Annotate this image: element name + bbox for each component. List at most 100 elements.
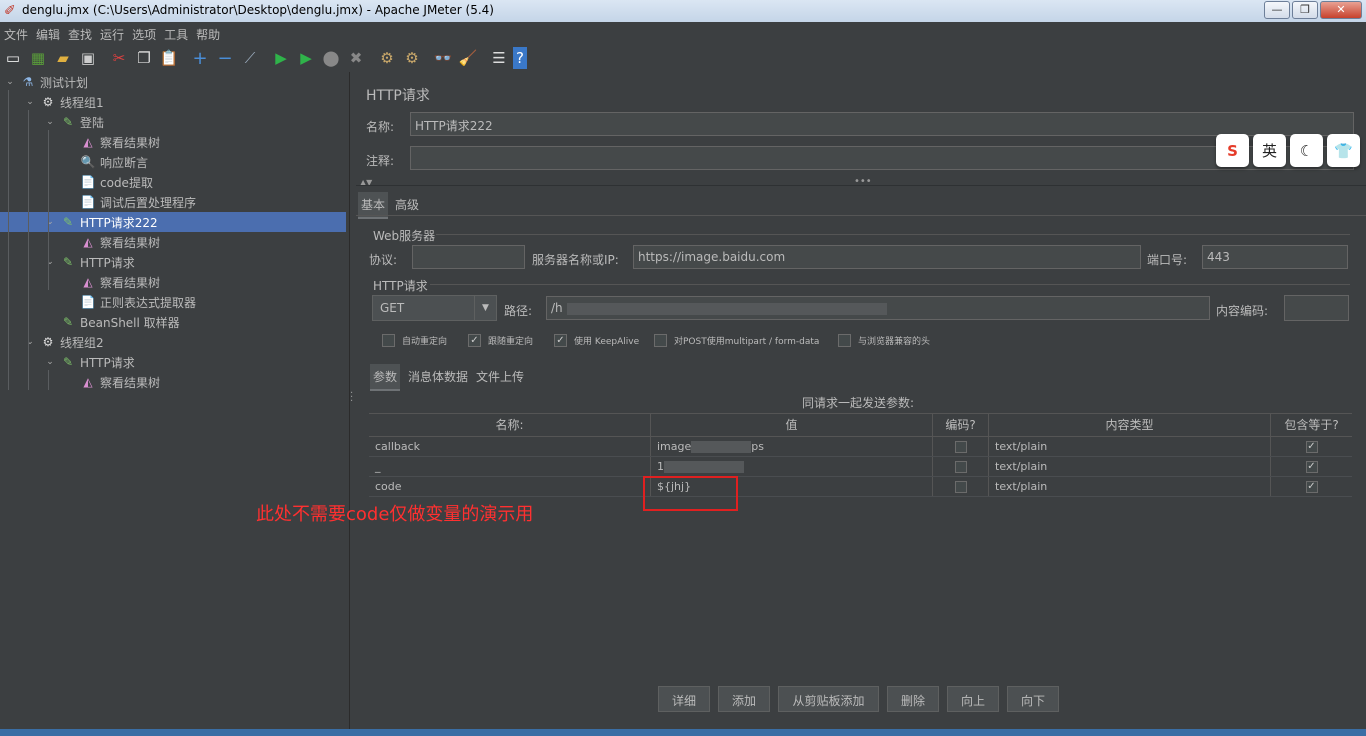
collapse-icon[interactable]: − bbox=[214, 47, 236, 69]
stop-icon[interactable]: ⬤ bbox=[320, 47, 342, 69]
include-equals-checkbox[interactable]: ✓ bbox=[1305, 460, 1318, 473]
encode-checkbox[interactable] bbox=[954, 460, 967, 473]
option-checkbox[interactable]: ✓ 使用 KeepAlive bbox=[554, 334, 639, 347]
chevron-down-icon[interactable]: ▼ bbox=[474, 296, 496, 320]
chevron-down-icon[interactable]: ⌄ bbox=[44, 357, 56, 367]
option-checkbox[interactable]: 自动重定向 bbox=[382, 334, 447, 347]
function-helper-icon[interactable]: ☰ bbox=[488, 47, 510, 69]
paste-icon[interactable]: 📋 bbox=[158, 47, 180, 69]
name-input[interactable]: HTTP请求222 bbox=[410, 112, 1354, 136]
tab-parameters[interactable]: 参数 bbox=[370, 364, 401, 391]
tree-node[interactable]: ⌄ ⚙ 线程组1 bbox=[0, 92, 346, 112]
delete-button[interactable]: 删除 bbox=[887, 686, 939, 712]
split-divider[interactable]: · · · bbox=[349, 72, 355, 736]
comment-input[interactable] bbox=[410, 146, 1354, 170]
sogou-logo-icon[interactable]: S bbox=[1216, 134, 1249, 167]
chevron-down-icon[interactable]: ⌄ bbox=[44, 217, 56, 227]
start-no-pause-icon[interactable]: ▶ bbox=[295, 47, 317, 69]
param-name-cell[interactable]: code bbox=[369, 477, 651, 496]
chevron-down-icon[interactable]: ⌄ bbox=[24, 337, 36, 347]
reset-search-icon[interactable]: 🧹 bbox=[457, 47, 479, 69]
param-value-cell[interactable]: 1 bbox=[651, 457, 933, 476]
encode-checkbox[interactable] bbox=[954, 480, 967, 493]
minimize-button[interactable]: — bbox=[1264, 1, 1290, 19]
include-equals-cell[interactable]: ✓ bbox=[1271, 457, 1352, 476]
tree-node[interactable]: ✎ BeanShell 取样器 bbox=[0, 312, 346, 332]
tree-node[interactable]: 📄 调试后置处理程序 bbox=[0, 192, 346, 212]
chevron-down-icon[interactable]: ⌄ bbox=[24, 97, 36, 107]
maximize-button[interactable]: ❐ bbox=[1292, 1, 1318, 19]
menu-help[interactable]: 帮助 bbox=[192, 22, 224, 44]
save-icon[interactable]: ▣ bbox=[77, 47, 99, 69]
encode-cell[interactable] bbox=[933, 457, 989, 476]
protocol-input[interactable] bbox=[412, 245, 525, 269]
checkmark-icon[interactable]: ✓ bbox=[554, 334, 567, 347]
tree-node[interactable]: ◭ 察看结果树 bbox=[0, 232, 346, 252]
option-checkbox[interactable]: 对POST使用multipart / form-data bbox=[654, 334, 819, 347]
include-equals-checkbox[interactable]: ✓ bbox=[1305, 480, 1318, 493]
encode-cell[interactable] bbox=[933, 477, 989, 496]
chevron-down-icon[interactable]: ⌄ bbox=[44, 257, 56, 267]
menu-run[interactable]: 运行 bbox=[96, 22, 128, 44]
server-input[interactable]: https://image.baidu.com bbox=[633, 245, 1141, 269]
tree-node[interactable]: ◭ 察看结果树 bbox=[0, 132, 346, 152]
tree-node[interactable]: ◭ 察看结果树 bbox=[0, 372, 346, 392]
clear-icon[interactable]: ⚙ bbox=[376, 47, 398, 69]
tree-node[interactable]: ⌄ ✎ HTTP请求 bbox=[0, 352, 346, 372]
tree-node[interactable]: ⌄ ⚙ 线程组2 bbox=[0, 332, 346, 352]
clear-all-icon[interactable]: ⚙ bbox=[401, 47, 423, 69]
checkbox-box[interactable] bbox=[382, 334, 395, 347]
menu-edit[interactable]: 编辑 bbox=[32, 22, 64, 44]
chevron-down-icon[interactable]: ⌄ bbox=[4, 77, 16, 87]
menu-tools[interactable]: 工具 bbox=[160, 22, 192, 44]
tree-node[interactable]: ⌄ ✎ 登陆 bbox=[0, 112, 346, 132]
tab-files-upload[interactable]: 文件上传 bbox=[473, 364, 527, 389]
include-equals-cell[interactable]: ✓ bbox=[1271, 437, 1352, 456]
checkbox-box[interactable] bbox=[654, 334, 667, 347]
down-button[interactable]: 向下 bbox=[1007, 686, 1059, 712]
table-row[interactable]: code ${jhj} text/plain ✓ bbox=[369, 477, 1352, 497]
col-encode[interactable]: 编码? bbox=[933, 414, 989, 436]
help-icon[interactable]: ? bbox=[513, 47, 527, 69]
port-input[interactable]: 443 bbox=[1202, 245, 1348, 269]
include-equals-checkbox[interactable]: ✓ bbox=[1305, 440, 1318, 453]
tree-node[interactable]: ⌄ ⚗ 测试计划 bbox=[0, 72, 346, 92]
checkbox-box[interactable] bbox=[838, 334, 851, 347]
include-equals-cell[interactable]: ✓ bbox=[1271, 477, 1352, 496]
tree-node[interactable]: ⌄ ✎ HTTP请求222 bbox=[0, 212, 346, 232]
table-row[interactable]: _ 1 text/plain ✓ bbox=[369, 457, 1352, 477]
tree-node[interactable]: 🔍 响应断言 bbox=[0, 152, 346, 172]
up-button[interactable]: 向上 bbox=[947, 686, 999, 712]
encode-checkbox[interactable] bbox=[954, 440, 967, 453]
cut-icon[interactable]: ✂ bbox=[108, 47, 130, 69]
param-value-cell[interactable]: image ps bbox=[651, 437, 933, 456]
close-button[interactable]: ✕ bbox=[1320, 1, 1362, 19]
chevron-down-icon[interactable]: ⌄ bbox=[44, 117, 56, 127]
col-name[interactable]: 名称: bbox=[369, 414, 651, 436]
menu-file[interactable]: 文件 bbox=[0, 22, 32, 44]
param-name-cell[interactable]: _ bbox=[369, 457, 651, 476]
shutdown-icon[interactable]: ✖ bbox=[345, 47, 367, 69]
menu-search[interactable]: 查找 bbox=[64, 22, 96, 44]
templates-icon[interactable]: ▦ bbox=[27, 47, 49, 69]
col-value[interactable]: 值 bbox=[651, 414, 933, 436]
content-type-cell[interactable]: text/plain bbox=[989, 437, 1271, 456]
encode-cell[interactable] bbox=[933, 437, 989, 456]
menu-options[interactable]: 选项 bbox=[128, 22, 160, 44]
ime-language-button[interactable]: 英 bbox=[1253, 134, 1286, 167]
tab-advanced[interactable]: 高级 bbox=[392, 192, 422, 217]
path-input[interactable]: /h bbox=[546, 296, 1210, 320]
option-checkbox[interactable]: ✓ 跟随重定向 bbox=[468, 334, 533, 347]
add-button[interactable]: 添加 bbox=[718, 686, 770, 712]
checkmark-icon[interactable]: ✓ bbox=[468, 334, 481, 347]
copy-icon[interactable]: ❐ bbox=[133, 47, 155, 69]
skin-icon[interactable]: 👕 bbox=[1327, 134, 1360, 167]
method-select[interactable]: GET ▼ bbox=[372, 295, 497, 321]
add-from-clipboard-button[interactable]: 从剪贴板添加 bbox=[778, 686, 879, 712]
col-content-type[interactable]: 内容类型 bbox=[989, 414, 1271, 436]
table-row[interactable]: callback image ps text/plain ✓ bbox=[369, 437, 1352, 457]
param-name-cell[interactable]: callback bbox=[369, 437, 651, 456]
open-icon[interactable]: ▰ bbox=[52, 47, 74, 69]
expand-icon[interactable]: + bbox=[189, 47, 211, 69]
content-type-cell[interactable]: text/plain bbox=[989, 477, 1271, 496]
